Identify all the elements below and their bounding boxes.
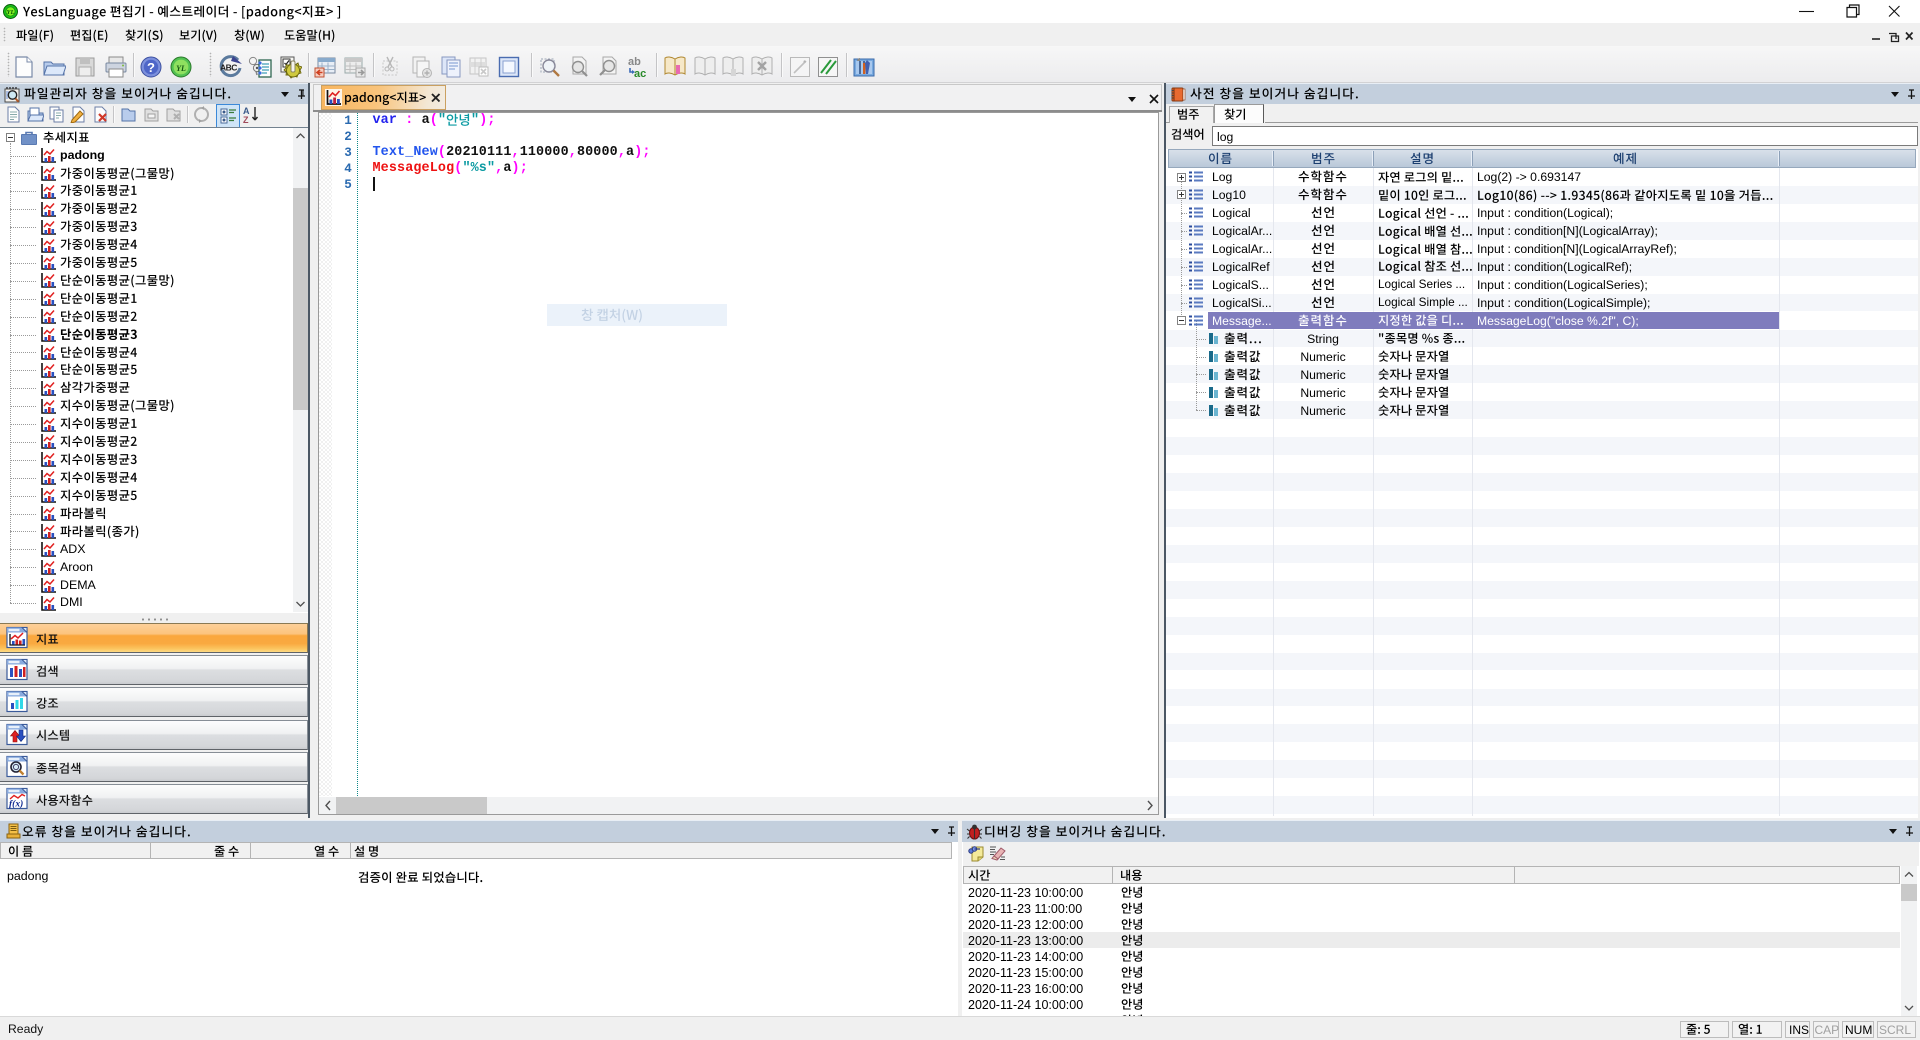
svg-text:f(x): f(x)	[9, 799, 23, 810]
svg-text:?: ?	[147, 60, 155, 75]
svg-text:ab: ab	[628, 56, 641, 68]
svg-text:ac: ac	[634, 68, 646, 79]
svg-text:*: *	[803, 59, 806, 68]
svg-text:YL: YL	[176, 64, 186, 73]
svg-text:Z: Z	[243, 115, 249, 123]
svg-text:YL: YL	[7, 9, 15, 16]
svg-text:ABC: ABC	[220, 63, 237, 73]
